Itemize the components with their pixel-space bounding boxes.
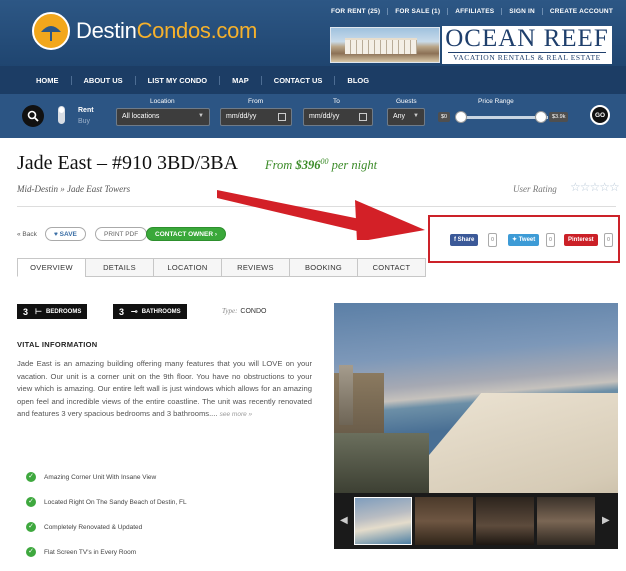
breadcrumb[interactable]: Mid-Destin » Jade East Towers (17, 184, 130, 194)
top-links: FOR RENT (25) FOR SALE (1) AFFILIATES SI… (324, 8, 620, 15)
check-icon: ✓ (26, 497, 36, 507)
logo-text: DestinCondos.com (76, 18, 258, 43)
vital-info-heading: VITAL INFORMATION (17, 340, 98, 349)
price-range-label: Price Range (478, 98, 514, 105)
check-icon: ✓ (26, 472, 36, 482)
back-link[interactable]: « Back (17, 231, 37, 238)
to-date-input[interactable]: mm/dd/yy (303, 108, 373, 126)
dropdown-caret-icon: ▼ (413, 113, 419, 119)
link-for-sale[interactable]: FOR SALE (1) (387, 8, 447, 15)
link-create-account[interactable]: CREATE ACCOUNT (541, 8, 620, 15)
from-date-input[interactable]: mm/dd/yy (220, 108, 292, 126)
see-more-link[interactable]: see more » (220, 411, 253, 418)
nav-home[interactable]: HOME (24, 76, 71, 85)
rent-buy-toggle[interactable] (58, 106, 65, 124)
guests-label: Guests (396, 98, 417, 105)
nav-list-my-condo[interactable]: LIST MY CONDO (134, 75, 219, 85)
twitter-count: 0 (546, 233, 555, 247)
tab-location[interactable]: LOCATION (153, 258, 222, 277)
check-icon: ✓ (26, 547, 36, 557)
save-button[interactable]: ♥ SAVE (45, 227, 86, 241)
price-max-value: $3.9k (549, 112, 569, 122)
amenity-item: ✓ Completely Renovated & Updated (26, 522, 142, 532)
location-label: Location (150, 98, 175, 105)
search-icon (27, 110, 39, 122)
ad-banner-photo[interactable] (330, 27, 440, 63)
twitter-icon: ✦ (512, 237, 519, 243)
user-rating-label: User Rating (513, 184, 557, 194)
tab-booking[interactable]: BOOKING (289, 258, 358, 277)
link-for-rent[interactable]: FOR RENT (25) (324, 8, 387, 15)
tab-contact[interactable]: CONTACT (357, 258, 426, 277)
ad-banner-brand[interactable]: OCEAN REEF VACATION RENTALS & REAL ESTAT… (442, 26, 612, 64)
bed-icon: ⊢ (35, 307, 42, 316)
annotation-arrow (217, 190, 425, 240)
thumbnail-strip: ◀ ▶ (334, 493, 618, 549)
tweet-button[interactable]: ✦ Tweet (508, 234, 540, 246)
ad-brand-name: OCEAN REEF (445, 25, 609, 52)
facebook-share-button[interactable]: f Share (450, 234, 479, 246)
price-min-value: $0 (438, 112, 451, 122)
tab-details[interactable]: DETAILS (85, 258, 154, 277)
location-select[interactable]: All locations ▼ (116, 108, 210, 126)
thumbnail[interactable] (354, 497, 412, 545)
thumbnail[interactable] (476, 497, 534, 545)
tab-reviews[interactable]: REVIEWS (221, 258, 290, 277)
nav-contact-us[interactable]: CONTACT US (260, 75, 335, 85)
to-label: To (333, 98, 340, 105)
link-sign-in[interactable]: SIGN IN (501, 8, 542, 15)
search-button[interactable] (22, 105, 44, 127)
rating-stars[interactable]: ☆☆☆☆☆ (570, 180, 620, 194)
facebook-count: 0 (488, 233, 497, 247)
site-logo[interactable]: DestinCondos.com (32, 12, 257, 50)
bathrooms-badge: 3 ⊸ BATHROOMS (113, 304, 187, 319)
buy-option[interactable]: Buy (78, 118, 90, 125)
calendar-icon (359, 113, 367, 121)
from-label: From (248, 98, 264, 105)
price-min-handle[interactable] (455, 111, 467, 123)
ad-brand-tagline: VACATION RENTALS & REAL ESTATE (448, 52, 606, 62)
guests-select[interactable]: Any ▼ (387, 108, 425, 126)
price-max-handle[interactable] (535, 111, 547, 123)
print-pdf-button[interactable]: PRINT PDF (95, 227, 148, 241)
nav-blog[interactable]: BLOG (334, 75, 381, 85)
property-type: Type: CONDO (222, 307, 267, 315)
go-button[interactable]: GO (590, 105, 610, 125)
site-header: FOR RENT (25) FOR SALE (1) AFFILIATES SI… (0, 0, 626, 66)
bedrooms-badge: 3 ⊢ BEDROOMS (17, 304, 88, 319)
nav-about-us[interactable]: ABOUT US (70, 75, 135, 85)
search-bar: Rent Buy Location All locations ▼ From m… (0, 94, 626, 138)
tab-overview[interactable]: OVERVIEW (17, 258, 86, 277)
bathtub-icon: ⊸ (131, 307, 138, 316)
link-affiliates[interactable]: AFFILIATES (447, 8, 501, 15)
dropdown-caret-icon: ▼ (198, 113, 204, 119)
rent-option[interactable]: Rent (78, 107, 94, 114)
pinterest-button[interactable]: Pinterest (564, 234, 598, 246)
chevron-right-icon[interactable]: ▶ (602, 515, 610, 526)
amenity-item: ✓ Flat Screen TV's in Every Room (26, 547, 136, 557)
nav-map[interactable]: MAP (219, 75, 261, 85)
listing-tabs: OVERVIEW DETAILS LOCATION REVIEWS BOOKIN… (17, 258, 426, 277)
thumbnail[interactable] (415, 497, 473, 545)
contact-owner-button[interactable]: CONTACT OWNER › (146, 227, 226, 241)
beach-umbrella-icon (32, 12, 70, 50)
share-highlight-box: f Share 0 ✦ Tweet 0 Pinterest 0 (428, 215, 620, 263)
check-icon: ✓ (26, 522, 36, 532)
listing-title: Jade East – #910 3BD/3BA (17, 152, 239, 174)
amenity-item: ✓ Amazing Corner Unit With Insane View (26, 472, 156, 482)
main-nav: HOME ABOUT US LIST MY CONDO MAP CONTACT … (0, 66, 626, 94)
main-photo[interactable] (334, 303, 618, 493)
calendar-icon (278, 113, 286, 121)
vital-info-text: Jade East is an amazing building offerin… (17, 359, 312, 419)
pinterest-count: 0 (604, 233, 613, 247)
chevron-left-icon[interactable]: ◀ (340, 515, 348, 526)
amenity-item: ✓ Located Right On The Sandy Beach of De… (26, 497, 187, 507)
thumbnail[interactable] (537, 497, 595, 545)
